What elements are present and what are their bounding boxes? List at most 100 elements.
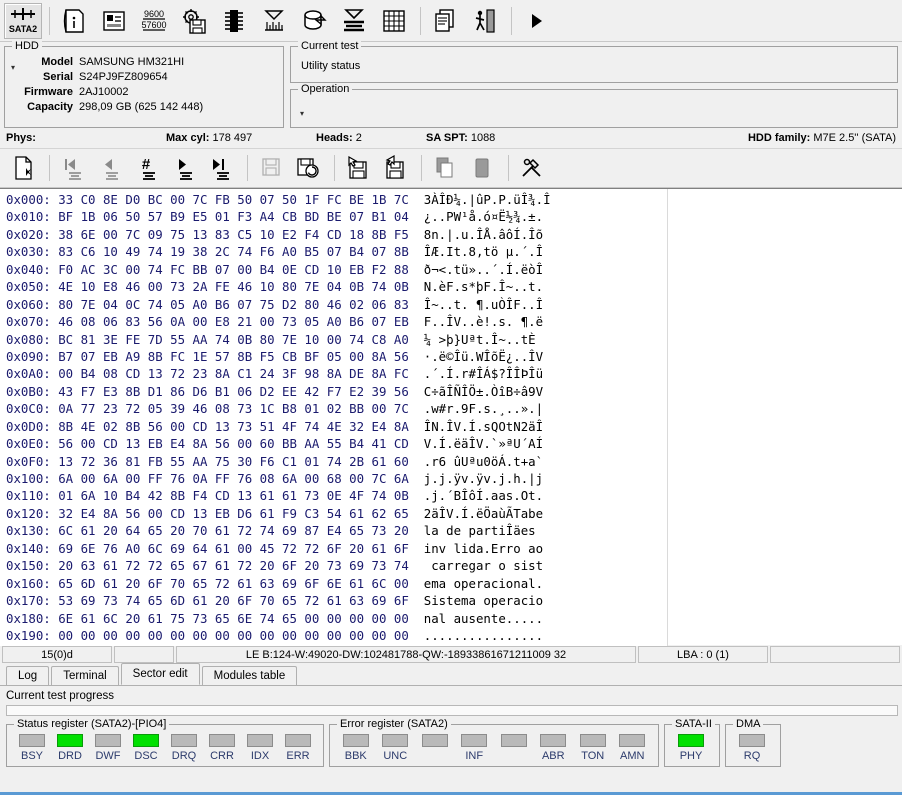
- hex-row[interactable]: 0x040: F0 AC 3C 00 74 FC BB 07 00 B4 0E …: [6, 261, 667, 278]
- hex-row[interactable]: 0x0E0: 56 00 CD 13 EB E4 8A 56 00 60 BB …: [6, 435, 667, 452]
- hex-bytes[interactable]: 53 69 73 74 65 6D 61 20 6F 70 65 72 61 6…: [58, 593, 424, 608]
- hex-ascii[interactable]: 8n.|.u.ÎÅ.âôÍ.Îõ: [424, 227, 543, 242]
- hex-bytes[interactable]: 32 E4 8A 56 00 CD 13 EB D6 61 F9 C3 54 6…: [58, 506, 424, 521]
- hex-ascii[interactable]: C÷ãÎÑÎÖ±.ÒîB÷â9V: [424, 384, 543, 399]
- hex-bytes[interactable]: 6A 00 6A 00 FF 76 0A FF 76 08 6A 00 68 0…: [58, 471, 424, 486]
- hex-row[interactable]: 0x170: 53 69 73 74 65 6D 61 20 6F 70 65 …: [6, 592, 667, 609]
- hex-bytes[interactable]: BF 1B 06 50 57 B9 E5 01 F3 A4 CB BD BE 0…: [58, 209, 424, 224]
- hex-bytes[interactable]: 65 6D 61 20 6F 70 65 72 61 63 69 6F 6E 6…: [58, 576, 424, 591]
- container-button[interactable]: [295, 3, 333, 39]
- hex-ascii[interactable]: j.j.ÿv.ÿv.j.h.|j: [424, 471, 543, 486]
- hex-row[interactable]: 0x080: BC 81 3E FE 7D 55 AA 74 0B 80 7E …: [6, 331, 667, 348]
- hex-ascii[interactable]: 2äÎV.Í.ëÖaùÃTabe: [424, 506, 543, 521]
- hex-bytes[interactable]: 33 C0 8E D0 BC 00 7C FB 50 07 50 1F FC B…: [58, 192, 424, 207]
- first-sector-button[interactable]: [56, 152, 90, 184]
- hex-row[interactable]: 0x190: 00 00 00 00 00 00 00 00 00 00 00 …: [6, 627, 667, 644]
- hex-ascii[interactable]: Sistema operacio: [424, 593, 543, 608]
- hex-bytes[interactable]: 83 C6 10 49 74 19 38 2C 74 F6 A0 B5 07 B…: [58, 244, 424, 259]
- goto-sector-button[interactable]: #: [130, 152, 164, 184]
- hex-row[interactable]: 0x060: 80 7E 04 0C 74 05 A0 B6 07 75 D2 …: [6, 296, 667, 313]
- hex-row[interactable]: 0x070: 46 08 06 83 56 0A 00 E8 21 00 73 …: [6, 313, 667, 330]
- hex-ascii[interactable]: .w#r.9F.s.¸..».|: [424, 401, 543, 416]
- hex-ascii[interactable]: .´.Í.r#ÎÁ$?ÎÎÞÎü: [424, 366, 543, 381]
- hex-bytes[interactable]: 13 72 36 81 FB 55 AA 75 30 F6 C1 01 74 2…: [58, 454, 424, 469]
- prev-sector-button[interactable]: [93, 152, 127, 184]
- hex-row[interactable]: 0x120: 32 E4 8A 56 00 CD 13 EB D6 61 F9 …: [6, 505, 667, 522]
- hex-ascii[interactable]: N.èF.s*þF.Î~..t.: [424, 279, 543, 294]
- hex-ascii[interactable]: ð¬<.tü»..´.Í.ëòÎ: [424, 262, 543, 277]
- hex-ascii[interactable]: la de partiÎäes: [424, 523, 543, 538]
- hex-row[interactable]: 0x0A0: 00 B4 08 CD 13 72 23 8A C1 24 3F …: [6, 365, 667, 382]
- hex-ascii[interactable]: 3ÀÎÐ¼.|ûP.P.üÎ¾.Î: [424, 192, 551, 207]
- save-sector-button[interactable]: [254, 152, 288, 184]
- hex-bytes[interactable]: 38 6E 00 7C 09 75 13 83 C5 10 E2 F4 CD 1…: [58, 227, 424, 242]
- hex-bytes[interactable]: 56 00 CD 13 EB E4 8A 56 00 60 BB AA 55 B…: [58, 436, 424, 451]
- hex-row[interactable]: 0x160: 65 6D 61 20 6F 70 65 72 61 63 69 …: [6, 575, 667, 592]
- write-to-disk-button[interactable]: [378, 152, 412, 184]
- tab-modules-table[interactable]: Modules table: [201, 666, 298, 685]
- hex-ascii[interactable]: ÎÆ.It.8,tö µ.´.Î: [424, 244, 543, 259]
- hex-ascii[interactable]: inv lida.Erro ao: [424, 541, 543, 556]
- hex-bytes[interactable]: 4E 10 E8 46 00 73 2A FE 46 10 80 7E 04 0…: [58, 279, 424, 294]
- tab-sector-edit[interactable]: Sector edit: [120, 663, 200, 685]
- last-sector-button[interactable]: [204, 152, 238, 184]
- rom-button[interactable]: [215, 3, 253, 39]
- erase-button[interactable]: [335, 3, 373, 39]
- hex-bytes[interactable]: 6E 61 6C 20 61 75 73 65 6E 74 65 00 00 0…: [58, 611, 424, 626]
- hex-ascii[interactable]: ¿..PW¹å.ó¤Ë½¾.±.: [424, 209, 543, 224]
- tab-terminal[interactable]: Terminal: [51, 666, 119, 685]
- hex-bytes[interactable]: BC 81 3E FE 7D 55 AA 74 0B 80 7E 10 00 7…: [58, 332, 424, 347]
- paste-button[interactable]: [465, 152, 499, 184]
- hex-ascii[interactable]: V.Í.ëäÎV.`»ªU´AÍ: [424, 436, 543, 451]
- hex-bytes[interactable]: 01 6A 10 B4 42 8B F4 CD 13 61 61 73 0E 4…: [58, 488, 424, 503]
- hex-ascii[interactable]: ÎN.ÎV.Í.sQOtN2äÎ: [424, 419, 543, 434]
- loader-button[interactable]: [175, 3, 213, 39]
- copy-button[interactable]: [428, 152, 462, 184]
- hex-bytes[interactable]: 80 7E 04 0C 74 05 A0 B6 07 75 D2 80 46 0…: [58, 297, 424, 312]
- sata2-mode-button[interactable]: SATA2: [4, 2, 42, 39]
- hex-bytes[interactable]: 00 B4 08 CD 13 72 23 8A C1 24 3F 98 8A D…: [58, 366, 424, 381]
- hex-row[interactable]: 0x0B0: 43 F7 E3 8B D1 86 D6 B1 06 D2 EE …: [6, 383, 667, 400]
- grid-button[interactable]: [375, 3, 413, 39]
- tools-button[interactable]: [515, 152, 549, 184]
- hex-row[interactable]: 0x050: 4E 10 E8 46 00 73 2A FE 46 10 80 …: [6, 278, 667, 295]
- hex-ascii[interactable]: Î~..t. ¶.uÒÎF..Î: [424, 297, 543, 312]
- hex-row[interactable]: 0x140: 69 6E 76 A0 6C 69 64 61 00 45 72 …: [6, 540, 667, 557]
- hex-bytes[interactable]: 8B 4E 02 8B 56 00 CD 13 73 51 4F 74 4E 3…: [58, 419, 424, 434]
- hex-bytes[interactable]: 20 63 61 72 72 65 67 61 72 20 6F 20 73 6…: [58, 558, 424, 573]
- hex-row[interactable]: 0x020: 38 6E 00 7C 09 75 13 83 C5 10 E2 …: [6, 226, 667, 243]
- load-sector-button[interactable]: [291, 152, 325, 184]
- hex-ascii[interactable]: nal ausente.....: [424, 611, 543, 626]
- hex-row[interactable]: 0x090: B7 07 EB A9 8B FC 1E 57 8B F5 CB …: [6, 348, 667, 365]
- hex-bytes[interactable]: F0 AC 3C 00 74 FC BB 07 00 B4 0E CD 10 E…: [58, 262, 424, 277]
- walk-button[interactable]: [466, 3, 504, 39]
- read-from-disk-button[interactable]: [341, 152, 375, 184]
- hex-ascii[interactable]: carregar o sist: [424, 558, 543, 573]
- copy-pages-button[interactable]: [426, 3, 464, 39]
- baudrate-button[interactable]: 9600 57600: [135, 3, 173, 39]
- hex-ascii[interactable]: F..ÎV..è!.s. ¶.ë: [424, 314, 543, 329]
- hex-bytes[interactable]: 0A 77 23 72 05 39 46 08 73 1C B8 01 02 B…: [58, 401, 424, 416]
- hex-ascii[interactable]: ema operacional.: [424, 576, 543, 591]
- hex-bytes[interactable]: 00 00 00 00 00 00 00 00 00 00 00 00 00 0…: [58, 628, 424, 643]
- hex-row[interactable]: 0x0C0: 0A 77 23 72 05 39 46 08 73 1C B8 …: [6, 400, 667, 417]
- hex-row[interactable]: 0x0D0: 8B 4E 02 8B 56 00 CD 13 73 51 4F …: [6, 418, 667, 435]
- new-sector-button[interactable]: [6, 152, 40, 184]
- run-button[interactable]: [517, 3, 555, 39]
- drive-id-button[interactable]: [55, 3, 93, 39]
- hdd-dropdown-arrow-icon[interactable]: ▾: [11, 63, 15, 72]
- hex-bytes[interactable]: B7 07 EB A9 8B FC 1E 57 8B F5 CB BF 05 0…: [58, 349, 424, 364]
- drive-info-button[interactable]: [95, 3, 133, 39]
- hex-dump-pane[interactable]: 0x000: 33 C0 8E D0 BC 00 7C FB 50 07 50 …: [0, 189, 668, 646]
- hex-row[interactable]: 0x110: 01 6A 10 B4 42 8B F4 CD 13 61 61 …: [6, 487, 667, 504]
- scan-tests-button[interactable]: [255, 3, 293, 39]
- hex-row[interactable]: 0x0F0: 13 72 36 81 FB 55 AA 75 30 F6 C1 …: [6, 453, 667, 470]
- hex-row[interactable]: 0x100: 6A 00 6A 00 FF 76 0A FF 76 08 6A …: [6, 470, 667, 487]
- hex-ascii[interactable]: ·.ë©Îü.WÎõË¿..ÎV: [424, 349, 543, 364]
- hex-row[interactable]: 0x000: 33 C0 8E D0 BC 00 7C FB 50 07 50 …: [6, 191, 667, 208]
- tab-log[interactable]: Log: [6, 666, 50, 685]
- hex-ascii[interactable]: .j.´BÎôÍ.aas.Ot.: [424, 488, 543, 503]
- hex-ascii[interactable]: ¼ >þ}Uªt.Î~..tÈ: [424, 332, 543, 347]
- hex-bytes[interactable]: 6C 61 20 64 65 20 70 61 72 74 69 87 E4 6…: [58, 523, 424, 538]
- hex-ascii[interactable]: .r6 ûUªu0öÁ.t+a`: [424, 454, 543, 469]
